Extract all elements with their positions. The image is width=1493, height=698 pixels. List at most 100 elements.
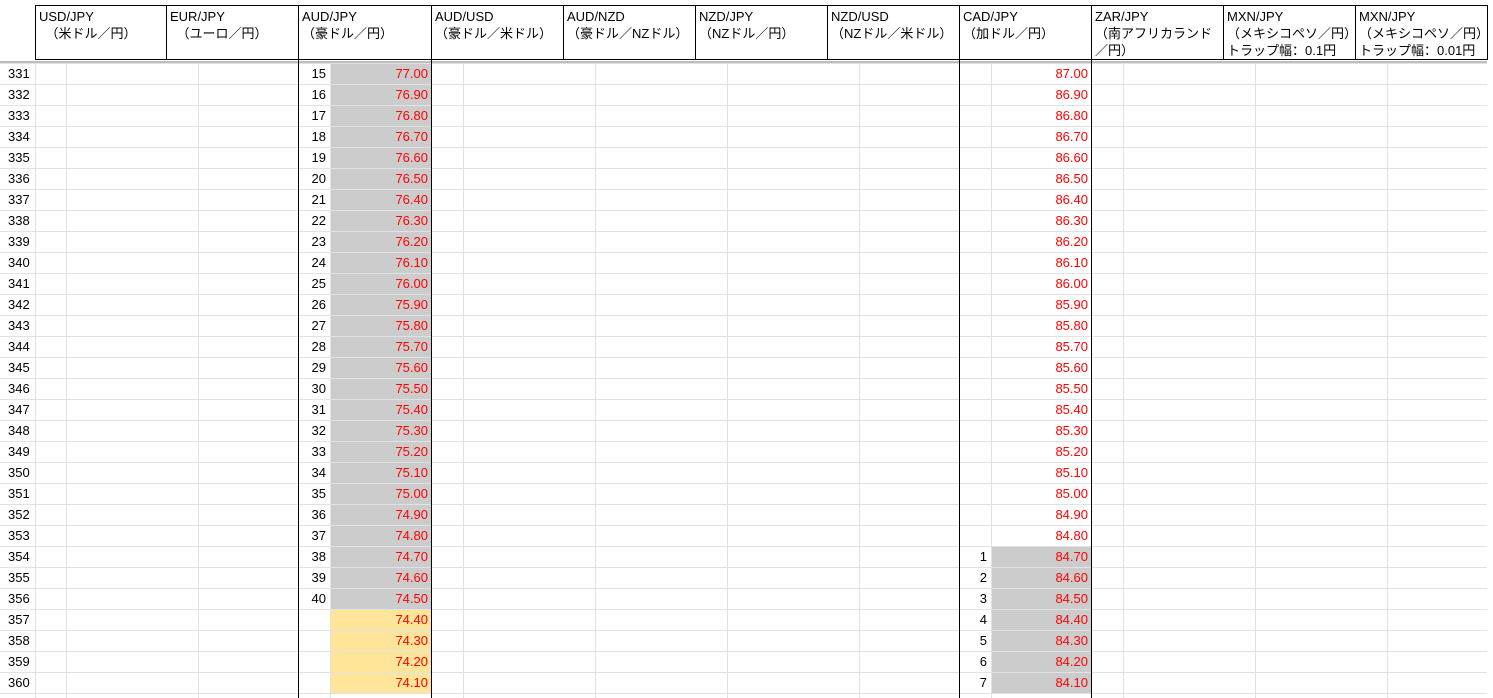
row-number[interactable]: 358 [0, 630, 35, 651]
aud-index-cell[interactable]: 21 [298, 189, 330, 210]
cad-index-cell[interactable]: 4 [959, 609, 991, 630]
aud-index-cell[interactable]: 37 [298, 525, 330, 546]
row-number[interactable]: 352 [0, 504, 35, 525]
cad-index-cell[interactable] [959, 84, 991, 105]
aud-index-cell[interactable]: 25 [298, 273, 330, 294]
cad-price-cell[interactable]: 86.50 [991, 168, 1091, 189]
aud-price-cell[interactable]: 76.60 [330, 147, 431, 168]
cad-price-cell[interactable]: 87.00 [991, 63, 1091, 84]
column-header[interactable]: MXN/JPY （メキシコペソ／円） トラップ幅：0.1円 [1224, 6, 1355, 59]
aud-index-cell[interactable]: 28 [298, 336, 330, 357]
cad-price-cell[interactable]: 85.40 [991, 399, 1091, 420]
cad-price-cell[interactable]: 84.20 [991, 651, 1091, 672]
column-header[interactable]: NZD/USD （NZドル／米ドル） [828, 6, 959, 59]
aud-price-cell[interactable]: 75.50 [330, 378, 431, 399]
cad-price-cell[interactable]: 86.80 [991, 105, 1091, 126]
column-header[interactable]: AUD/JPY （豪ドル／円） [299, 6, 431, 59]
aud-price-cell[interactable]: 75.40 [330, 399, 431, 420]
cad-index-cell[interactable] [959, 63, 991, 84]
row-number[interactable]: 335 [0, 147, 35, 168]
aud-price-cell[interactable]: 74.70 [330, 546, 431, 567]
aud-price-cell[interactable]: 74.80 [330, 525, 431, 546]
aud-index-cell[interactable]: 27 [298, 315, 330, 336]
aud-price-cell[interactable]: 75.70 [330, 336, 431, 357]
cad-price-cell[interactable]: 84.90 [991, 504, 1091, 525]
aud-price-cell[interactable]: 75.90 [330, 294, 431, 315]
cad-index-cell[interactable] [959, 357, 991, 378]
row-number[interactable]: 333 [0, 105, 35, 126]
aud-index-cell[interactable] [298, 651, 330, 672]
column-header[interactable]: AUD/NZD （豪ドル／NZドル） [564, 6, 695, 59]
aud-price-cell[interactable]: 75.10 [330, 462, 431, 483]
aud-index-cell[interactable]: 36 [298, 504, 330, 525]
cad-index-cell[interactable] [959, 105, 991, 126]
cad-index-cell[interactable] [959, 315, 991, 336]
column-header[interactable]: USD/JPY （米ドル／円） [36, 6, 166, 59]
cad-price-cell[interactable]: 84.30 [991, 630, 1091, 651]
aud-index-cell[interactable]: 32 [298, 420, 330, 441]
cad-price-cell[interactable]: 85.90 [991, 294, 1091, 315]
row-number[interactable]: 343 [0, 315, 35, 336]
cad-index-cell[interactable] [959, 252, 991, 273]
aud-index-cell[interactable]: 40 [298, 588, 330, 609]
cad-price-cell[interactable]: 86.70 [991, 126, 1091, 147]
cad-price-cell[interactable]: 85.00 [991, 483, 1091, 504]
aud-index-cell[interactable] [298, 609, 330, 630]
row-number[interactable]: 342 [0, 294, 35, 315]
cad-price-cell[interactable]: 85.30 [991, 420, 1091, 441]
row-number[interactable]: 339 [0, 231, 35, 252]
column-header[interactable]: AUD/USD （豪ドル／米ドル） [432, 6, 563, 59]
row-number[interactable]: 336 [0, 168, 35, 189]
cad-index-cell[interactable]: 1 [959, 546, 991, 567]
cad-price-cell[interactable]: 86.30 [991, 210, 1091, 231]
row-number[interactable]: 341 [0, 273, 35, 294]
cad-index-cell[interactable] [959, 126, 991, 147]
cad-index-cell[interactable]: 3 [959, 588, 991, 609]
cad-index-cell[interactable] [959, 420, 991, 441]
aud-index-cell[interactable]: 15 [298, 63, 330, 84]
aud-price-cell[interactable]: 76.70 [330, 126, 431, 147]
cad-price-cell[interactable]: 84.10 [991, 672, 1091, 693]
cad-index-cell[interactable] [959, 336, 991, 357]
aud-price-cell[interactable]: 76.00 [330, 273, 431, 294]
row-number[interactable]: 337 [0, 189, 35, 210]
aud-price-cell[interactable]: 74.10 [330, 672, 431, 693]
aud-price-cell[interactable]: 76.10 [330, 252, 431, 273]
cad-index-cell[interactable] [959, 441, 991, 462]
cad-price-cell[interactable]: 85.70 [991, 336, 1091, 357]
aud-index-cell[interactable]: 18 [298, 126, 330, 147]
cad-price-cell[interactable]: 84.70 [991, 546, 1091, 567]
row-number[interactable]: 345 [0, 357, 35, 378]
cad-price-cell[interactable]: 86.90 [991, 84, 1091, 105]
cad-index-cell[interactable] [959, 273, 991, 294]
cad-index-cell[interactable]: 5 [959, 630, 991, 651]
aud-price-cell[interactable]: 76.80 [330, 105, 431, 126]
row-number[interactable]: 346 [0, 378, 35, 399]
aud-index-cell[interactable]: 17 [298, 105, 330, 126]
cad-price-cell[interactable]: 84.50 [991, 588, 1091, 609]
row-number[interactable]: 355 [0, 567, 35, 588]
aud-index-cell[interactable]: 38 [298, 546, 330, 567]
row-number[interactable]: 353 [0, 525, 35, 546]
cad-price-cell[interactable]: 86.00 [991, 273, 1091, 294]
cad-index-cell[interactable] [959, 231, 991, 252]
cad-price-cell[interactable]: 85.10 [991, 462, 1091, 483]
cad-index-cell[interactable]: 7 [959, 672, 991, 693]
aud-index-cell[interactable]: 39 [298, 567, 330, 588]
column-header[interactable]: EUR/JPY （ユーロ／円） [167, 6, 298, 59]
aud-index-cell[interactable] [298, 672, 330, 693]
column-header[interactable]: CAD/JPY （加ドル／円） [960, 6, 1091, 59]
aud-price-cell[interactable]: 74.60 [330, 567, 431, 588]
row-number[interactable]: 359 [0, 651, 35, 672]
cad-price-cell[interactable]: 86.10 [991, 252, 1091, 273]
row-number[interactable]: 349 [0, 441, 35, 462]
aud-price-cell[interactable]: 75.20 [330, 441, 431, 462]
aud-price-cell[interactable]: 76.50 [330, 168, 431, 189]
aud-index-cell[interactable]: 33 [298, 441, 330, 462]
aud-price-cell[interactable]: 76.30 [330, 210, 431, 231]
cad-index-cell[interactable] [959, 462, 991, 483]
aud-price-cell[interactable]: 74.30 [330, 630, 431, 651]
aud-price-cell[interactable]: 74.90 [330, 504, 431, 525]
aud-index-cell[interactable]: 22 [298, 210, 330, 231]
aud-price-cell[interactable]: 76.90 [330, 84, 431, 105]
